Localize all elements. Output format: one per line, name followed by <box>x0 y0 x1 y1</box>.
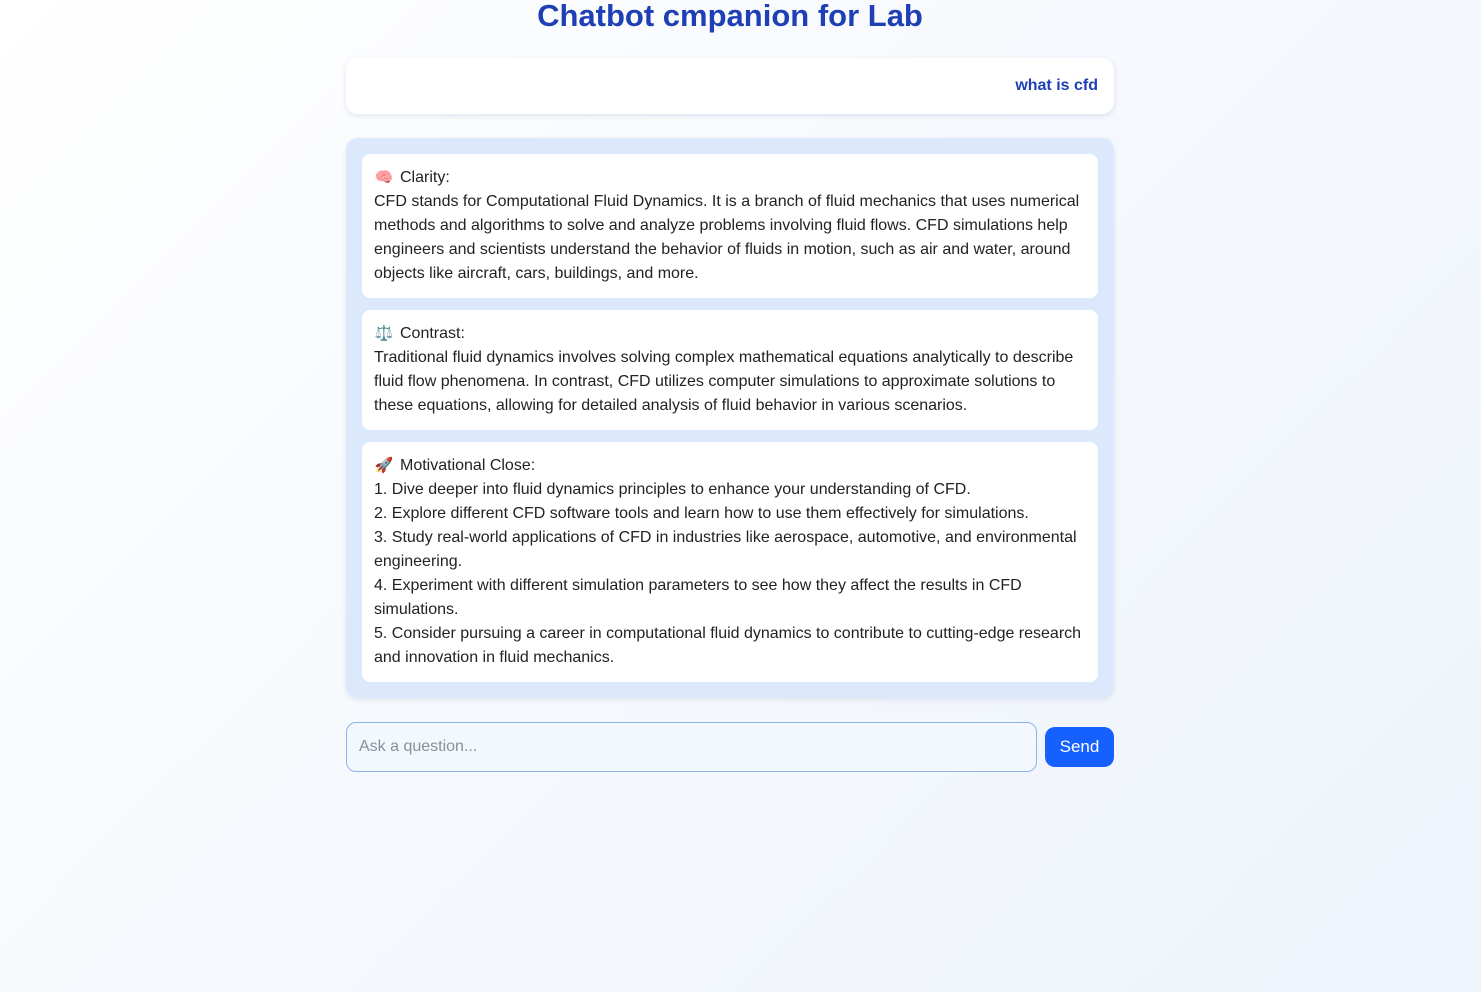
section-header: 🚀 Motivational Close: <box>374 454 1086 478</box>
page-title: Chatbot cmpanion for Lab <box>537 0 923 33</box>
section-body: Traditional fluid dynamics involves solv… <box>374 349 1074 414</box>
composer-bar: Send <box>346 722 1114 772</box>
response-section-contrast: ⚖️ Contrast: Traditional fluid dynamics i… <box>362 310 1098 430</box>
response-section-clarity: 🧠 Clarity: CFD stands for Computational F… <box>362 154 1098 298</box>
section-heading: Clarity: <box>400 169 450 186</box>
user-message-bubble: what is cfd <box>346 58 1114 114</box>
balance-scale-icon: ⚖️ <box>374 325 394 342</box>
list-item: 5. Consider pursuing a career in computa… <box>374 625 1082 666</box>
section-header: ⚖️ Contrast: <box>374 322 1086 346</box>
brain-icon: 🧠 <box>374 169 394 186</box>
rocket-icon: 🚀 <box>374 457 394 474</box>
response-section-motivational-close: 🚀 Motivational Close: 1. Dive deeper into… <box>362 442 1098 682</box>
send-button[interactable]: Send <box>1045 727 1114 767</box>
question-input[interactable] <box>346 722 1037 772</box>
section-heading: Contrast: <box>400 325 465 342</box>
list-item: 4. Experiment with different simulation … <box>374 577 1022 618</box>
section-heading: Motivational Close: <box>400 457 536 474</box>
section-header: 🧠 Clarity: <box>374 166 1086 190</box>
user-message-text: what is cfd <box>1015 77 1098 94</box>
section-body: CFD stands for Computational Fluid Dynam… <box>374 193 1080 282</box>
list-item: 2. Explore different CFD software tools … <box>374 505 1029 522</box>
bot-response-panel: 🧠 Clarity: CFD stands for Computational F… <box>346 138 1114 698</box>
list-item: 3. Study real-world applications of CFD … <box>374 529 1077 570</box>
list-item: 1. Dive deeper into fluid dynamics princ… <box>374 481 971 498</box>
